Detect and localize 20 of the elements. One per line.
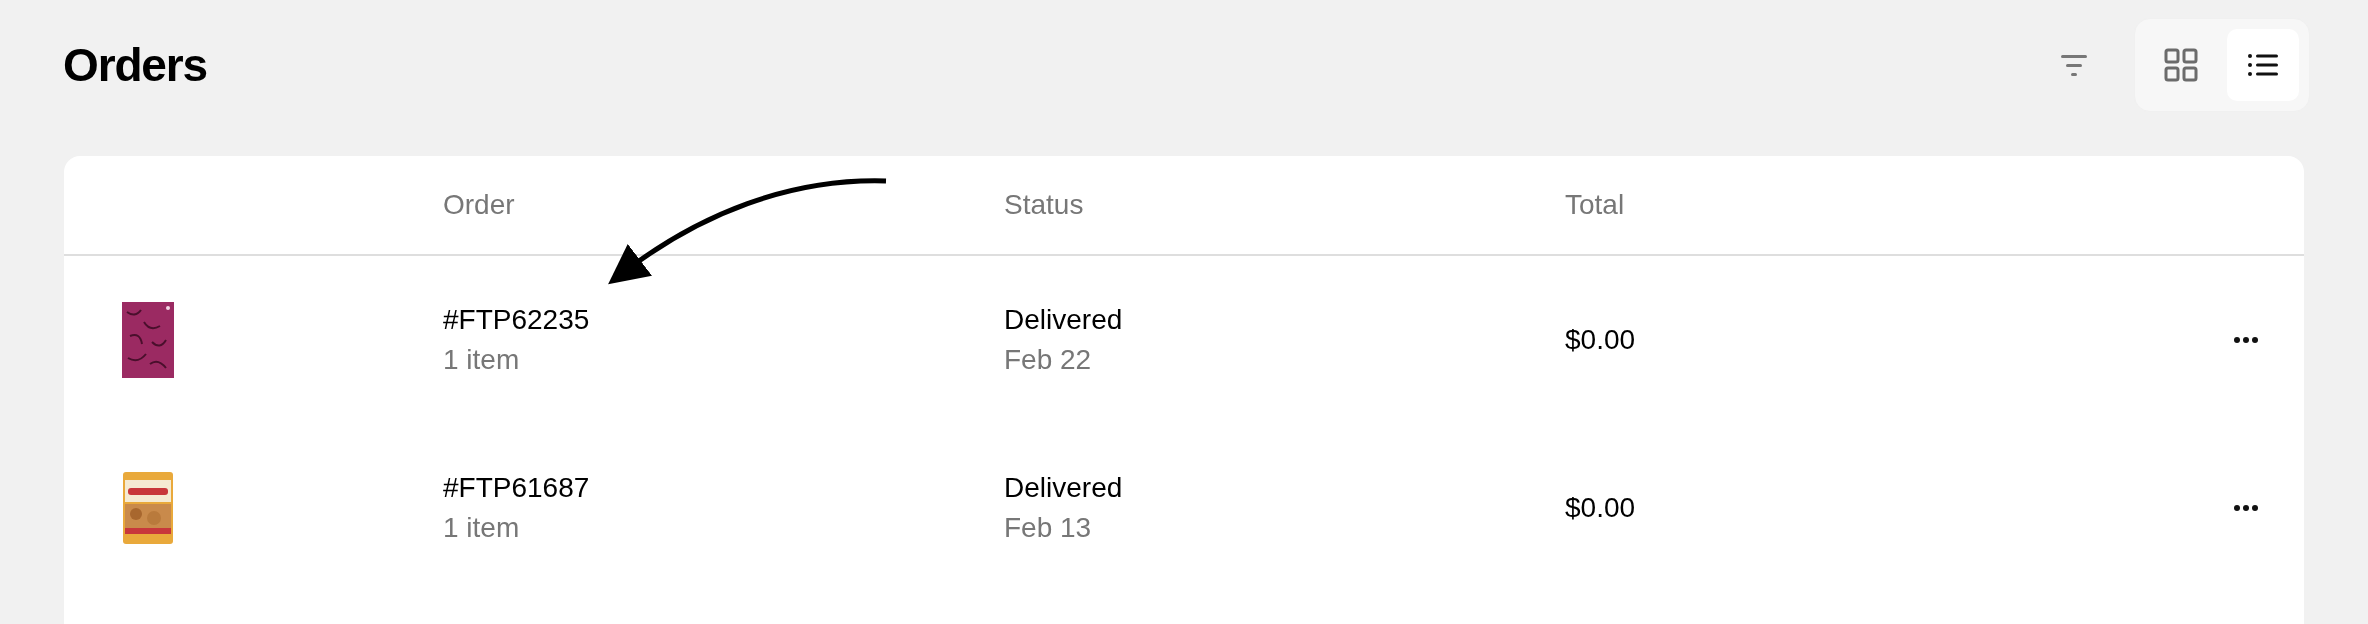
order-number[interactable]: #FTP62235 bbox=[443, 300, 1004, 340]
order-number[interactable]: #FTP61687 bbox=[443, 468, 1004, 508]
order-status: Delivered bbox=[1004, 471, 1124, 505]
more-icon bbox=[2234, 505, 2258, 511]
page-title: Orders bbox=[63, 37, 207, 93]
order-date: Feb 13 bbox=[1004, 511, 1093, 545]
column-header: Total bbox=[1565, 188, 1626, 222]
grid-icon bbox=[2164, 48, 2198, 82]
order-total: $0.00 bbox=[1565, 491, 1636, 525]
view-button[interactable] bbox=[2227, 29, 2299, 101]
order-date: Feb 22 bbox=[1004, 343, 1093, 377]
filter-icon bbox=[2061, 54, 2087, 76]
order-status: Delivered bbox=[1004, 303, 1124, 337]
item-count: 1 item bbox=[443, 511, 521, 545]
item-count: 1 item bbox=[443, 343, 521, 377]
list-icon bbox=[2248, 53, 2278, 77]
more-icon bbox=[2234, 337, 2258, 343]
order-total: $0.00 bbox=[1565, 323, 1636, 357]
column-header: Order bbox=[443, 188, 516, 222]
column-header: Status bbox=[1004, 188, 1085, 222]
